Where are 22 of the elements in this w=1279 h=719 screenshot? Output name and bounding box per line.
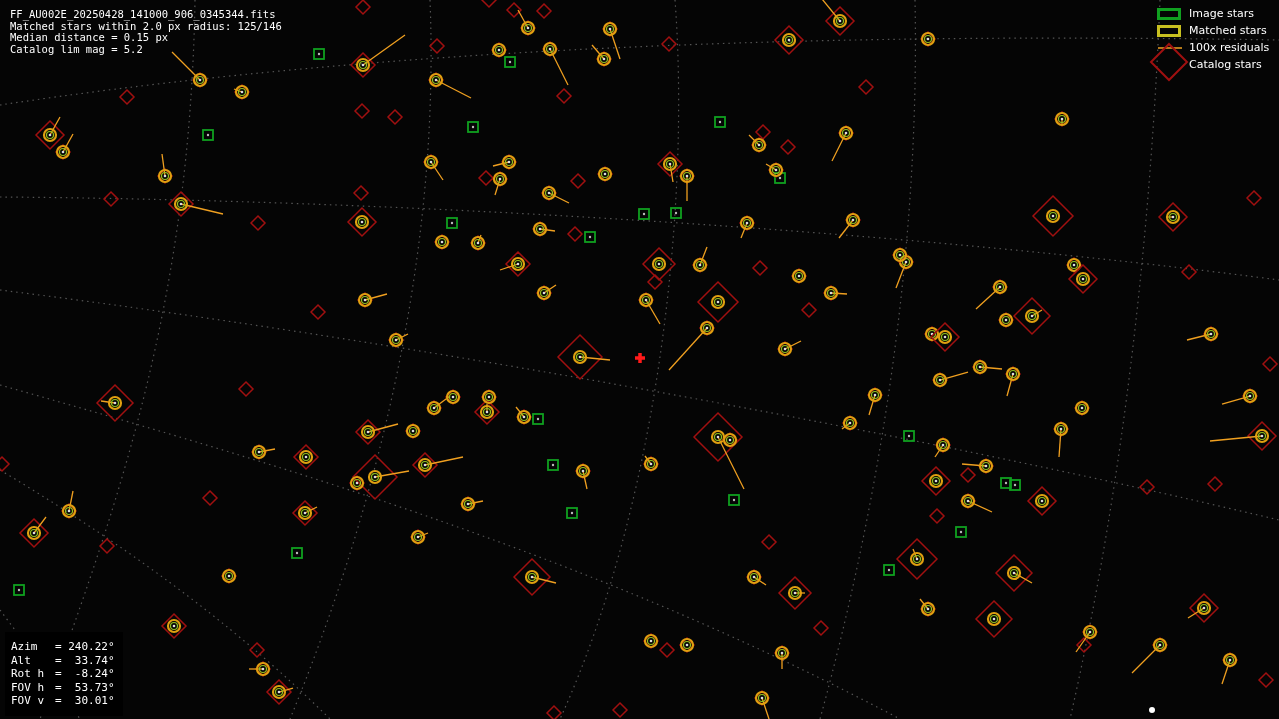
parameter-value: = -8.24° (55, 667, 116, 681)
parameter-value: = 30.01° (55, 694, 116, 708)
legend-label: Catalog stars (1189, 58, 1262, 71)
line-icon (1156, 45, 1183, 50)
parameter-label: FOV v (11, 694, 46, 708)
info-text: Catalog lim mag = 5.2 (10, 43, 144, 55)
diamond-icon (1149, 42, 1189, 82)
legend-label: 100x residuals (1189, 41, 1270, 54)
square-icon (1156, 7, 1183, 20)
info-text: Median distance = 0.15 px (10, 32, 169, 44)
parameter-label: Azim (11, 640, 39, 654)
rectangle-icon (1156, 24, 1183, 37)
info-text: FF_AU002E_20250428_141000_906_0345344.fits (10, 9, 277, 21)
legend-label: Image stars (1189, 7, 1254, 20)
parameter-value: = 33.74° (55, 653, 116, 668)
parameter-value: = 240.22° (55, 640, 116, 654)
info-text: Matched stars within 2.0 px radius: 125/146 (10, 20, 282, 32)
legend-label: Matched stars (1189, 24, 1267, 37)
parameter-label: FOV h (11, 680, 46, 695)
parameter-value: = 53.73° (55, 680, 116, 695)
parameter-label: Rot h (11, 667, 46, 681)
parameter-label: Alt (11, 653, 32, 668)
